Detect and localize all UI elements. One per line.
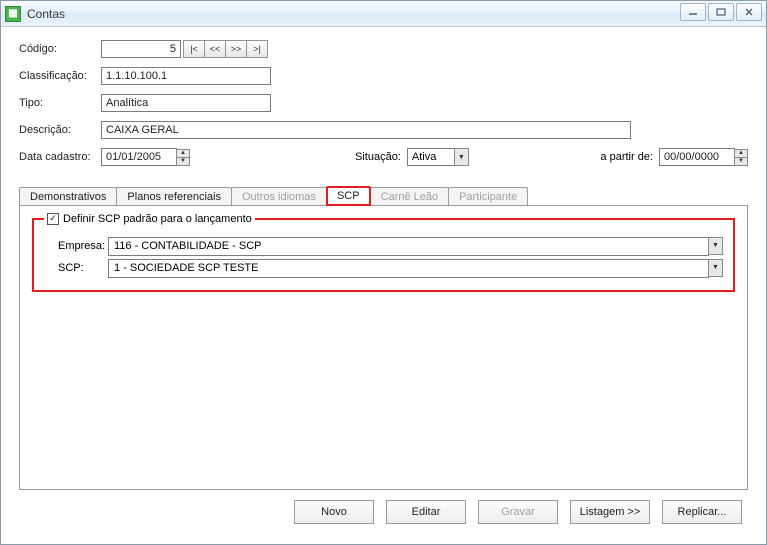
nav-next-button[interactable]: >> bbox=[225, 40, 247, 58]
gravar-button[interactable]: Gravar bbox=[478, 500, 558, 524]
situacao-select[interactable]: ▼ bbox=[407, 148, 469, 166]
scp-select[interactable]: ▼ bbox=[108, 259, 723, 278]
content-area: Código: |< << >> >| Classificação: Tipo:… bbox=[1, 27, 766, 544]
empresa-dropdown-button[interactable]: ▼ bbox=[708, 237, 723, 255]
app-icon: ▦ bbox=[5, 6, 21, 22]
datacadastro-input[interactable] bbox=[101, 148, 177, 166]
editar-button[interactable]: Editar bbox=[386, 500, 466, 524]
apartir-spinner: ▲ ▼ bbox=[734, 149, 748, 166]
scp-group-legend: ✓ Definir SCP padrão para o lançamento bbox=[44, 213, 255, 225]
tipo-label: Tipo: bbox=[19, 97, 101, 109]
definir-scp-label: Definir SCP padrão para o lançamento bbox=[63, 213, 252, 225]
row-scp: SCP: ▼ bbox=[44, 259, 723, 278]
row-empresa: Empresa: ▼ bbox=[44, 237, 723, 256]
datacadastro-down[interactable]: ▼ bbox=[176, 157, 190, 166]
maximize-icon bbox=[716, 8, 726, 16]
apartir-input[interactable] bbox=[659, 148, 735, 166]
window-controls bbox=[680, 3, 762, 21]
tab-carne-leao[interactable]: Carnê Leão bbox=[370, 187, 450, 206]
tipo-input[interactable] bbox=[101, 94, 271, 112]
minimize-button[interactable] bbox=[680, 3, 706, 21]
window: ▦ Contas Código: |< << >> >| bbox=[0, 0, 767, 545]
situacao-dropdown-button[interactable]: ▼ bbox=[454, 148, 469, 166]
codigo-input[interactable] bbox=[101, 40, 181, 58]
row-datacadastro: Data cadastro: ▲ ▼ Situação: ▼ a partir … bbox=[19, 147, 748, 167]
row-descricao: Descrição: bbox=[19, 120, 748, 140]
row-tipo: Tipo: bbox=[19, 93, 748, 113]
row-classificacao: Classificação: bbox=[19, 66, 748, 86]
datacadastro-spinner: ▲ ▼ bbox=[176, 149, 190, 166]
tab-demonstrativos[interactable]: Demonstrativos bbox=[19, 187, 117, 206]
apartir-down[interactable]: ▼ bbox=[734, 157, 748, 166]
classificacao-input[interactable] bbox=[101, 67, 271, 85]
definir-scp-checkbox[interactable]: ✓ bbox=[47, 213, 59, 225]
tab-participante[interactable]: Participante bbox=[448, 187, 528, 206]
empresa-value[interactable] bbox=[108, 237, 709, 256]
tabpage-scp: ✓ Definir SCP padrão para o lançamento E… bbox=[19, 205, 748, 490]
close-icon bbox=[744, 8, 754, 16]
scp-value[interactable] bbox=[108, 259, 709, 278]
maximize-button[interactable] bbox=[708, 3, 734, 21]
nav-prev-button[interactable]: << bbox=[204, 40, 226, 58]
datacadastro-label: Data cadastro: bbox=[19, 151, 101, 163]
scp-label: SCP: bbox=[44, 262, 108, 274]
tab-scp[interactable]: SCP bbox=[326, 186, 371, 206]
descricao-label: Descrição: bbox=[19, 124, 101, 136]
situacao-label: Situação: bbox=[355, 151, 401, 163]
codigo-label: Código: bbox=[19, 43, 101, 55]
empresa-label: Empresa: bbox=[44, 240, 108, 252]
tab-outros-idiomas[interactable]: Outros idiomas bbox=[231, 187, 327, 206]
situacao-value[interactable] bbox=[407, 148, 455, 166]
tab-planos-referenciais[interactable]: Planos referenciais bbox=[116, 187, 232, 206]
apartir-label: a partir de: bbox=[600, 151, 653, 163]
minimize-icon bbox=[688, 8, 698, 16]
row-codigo: Código: |< << >> >| bbox=[19, 39, 748, 59]
window-title: Contas bbox=[27, 7, 65, 21]
descricao-input[interactable] bbox=[101, 121, 631, 139]
footer-buttons: Novo Editar Gravar Listagem >> Replicar.… bbox=[19, 490, 748, 538]
empresa-select[interactable]: ▼ bbox=[108, 237, 723, 256]
classificacao-label: Classificação: bbox=[19, 70, 101, 82]
tabstrip: Demonstrativos Planos referenciais Outro… bbox=[19, 184, 748, 206]
nav-first-button[interactable]: |< bbox=[183, 40, 205, 58]
record-nav: |< << >> >| bbox=[184, 40, 268, 58]
nav-last-button[interactable]: >| bbox=[246, 40, 268, 58]
close-button[interactable] bbox=[736, 3, 762, 21]
scp-groupbox: ✓ Definir SCP padrão para o lançamento E… bbox=[32, 218, 735, 292]
novo-button[interactable]: Novo bbox=[294, 500, 374, 524]
titlebar: ▦ Contas bbox=[1, 1, 766, 27]
listagem-button[interactable]: Listagem >> bbox=[570, 500, 650, 524]
replicar-button[interactable]: Replicar... bbox=[662, 500, 742, 524]
scp-dropdown-button[interactable]: ▼ bbox=[708, 259, 723, 277]
